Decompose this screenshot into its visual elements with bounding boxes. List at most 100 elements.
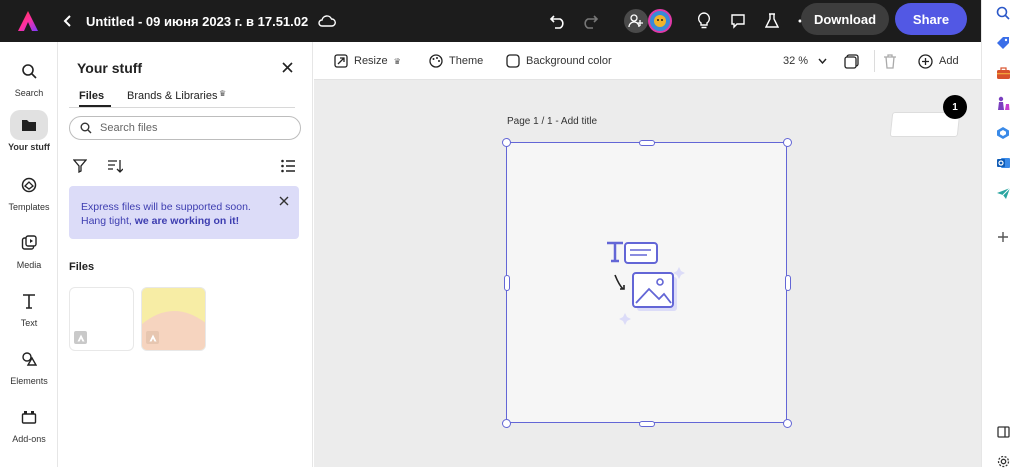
file-thumbnail[interactable] <box>141 287 206 351</box>
addons-icon <box>10 402 48 432</box>
express-files-notice: Express files will be supported soon. Ha… <box>69 186 299 239</box>
rail-item-text[interactable]: Text <box>0 286 58 328</box>
redo-icon[interactable] <box>578 9 602 33</box>
templates-icon <box>10 170 48 200</box>
tab-files[interactable]: Files <box>79 90 104 102</box>
delete-icon[interactable] <box>883 42 897 80</box>
back-icon[interactable] <box>58 11 78 31</box>
top-bar: Untitled - 09 июня 2023 г. в 17.51.02 Do… <box>0 0 981 42</box>
search-icon <box>80 122 92 134</box>
empty-page-illustration-icon <box>607 241 685 325</box>
resize-handle-top-right[interactable] <box>783 138 792 147</box>
left-rail: Search Your stuff Templates Media Text E… <box>0 42 58 467</box>
elements-icon <box>10 344 48 374</box>
adobe-express-logo-icon[interactable] <box>0 0 56 42</box>
files-heading: Files <box>69 261 95 273</box>
tools-briefcase-icon[interactable] <box>994 64 1012 82</box>
close-icon[interactable] <box>279 59 295 75</box>
tab-brands-libraries[interactable]: Brands & Libraries <box>127 90 218 102</box>
folder-icon <box>10 110 48 140</box>
rail-item-label: Your stuff <box>8 142 50 152</box>
lightbulb-icon[interactable] <box>692 9 716 33</box>
resize-label: Resize <box>354 55 388 67</box>
rail-item-label: Text <box>20 318 38 328</box>
rail-item-label: Media <box>16 260 42 270</box>
settings-gear-icon[interactable] <box>994 452 1012 470</box>
download-button[interactable]: Download <box>801 3 889 35</box>
rail-item-label: Elements <box>10 376 48 386</box>
rail-item-elements[interactable]: Elements <box>0 344 58 386</box>
panel-title: Your stuff <box>77 60 143 76</box>
page-count-badge: 1 <box>943 95 967 119</box>
resize-handle-bottom-right[interactable] <box>783 419 792 428</box>
background-color-label: Background color <box>526 55 612 67</box>
adobe-file-badge-icon <box>146 331 159 344</box>
rail-item-label: Templates <box>8 202 50 212</box>
resize-button[interactable]: Resize ♛ <box>334 42 401 80</box>
resize-handle-bottom[interactable] <box>639 421 655 427</box>
beaker-icon[interactable] <box>760 9 784 33</box>
your-stuff-panel: Your stuff Files Brands & Libraries ♛ Ex… <box>59 42 313 467</box>
resize-handle-bottom-left[interactable] <box>502 419 511 428</box>
document-title[interactable]: Untitled - 09 июня 2023 г. в 17.51.02 <box>86 14 308 29</box>
notice-bold-text: we are working on it! <box>134 215 240 227</box>
share-button[interactable]: Share <box>895 3 967 35</box>
undo-icon[interactable] <box>546 9 570 33</box>
search-files-input[interactable] <box>100 122 280 134</box>
theme-label: Theme <box>449 55 484 67</box>
palette-icon <box>429 54 443 68</box>
search-icon[interactable] <box>994 4 1012 22</box>
text-icon <box>10 286 48 316</box>
cloud-sync-icon[interactable] <box>318 15 337 27</box>
invite-user-icon[interactable] <box>624 9 648 33</box>
file-thumbnail[interactable] <box>69 287 134 351</box>
sort-icon[interactable] <box>107 159 124 178</box>
pages-icon[interactable] <box>844 42 859 80</box>
rail-item-search[interactable]: Search <box>0 56 58 98</box>
chevron-down-icon <box>818 55 827 67</box>
premium-crown-icon: ♛ <box>393 56 401 66</box>
resize-handle-top[interactable] <box>639 140 655 146</box>
background-color-button[interactable]: Background color <box>506 42 612 80</box>
toolbar-divider <box>874 50 875 72</box>
resize-icon <box>334 54 348 68</box>
artboard-page[interactable] <box>506 142 787 423</box>
chess-games-icon[interactable] <box>994 94 1012 112</box>
close-icon[interactable] <box>279 196 289 206</box>
send-to-devices-icon[interactable] <box>994 184 1012 202</box>
resize-handle-top-left[interactable] <box>502 138 511 147</box>
page-title-label[interactable]: Page 1 / 1 - Add title <box>507 116 597 127</box>
sidebar-toggle-icon[interactable] <box>994 423 1012 441</box>
resize-handle-right[interactable] <box>785 275 791 291</box>
theme-button[interactable]: Theme <box>429 42 483 80</box>
rail-item-media[interactable]: Media <box>0 228 58 270</box>
adobe-file-badge-icon <box>74 331 87 344</box>
rail-item-add-ons[interactable]: Add-ons <box>0 402 58 444</box>
canvas-work-area: Resize ♛ Theme Background color 32 % Add… <box>314 42 981 467</box>
zoom-dropdown[interactable]: 32 % <box>783 42 827 80</box>
browser-sidebar <box>981 0 1024 467</box>
search-files-field[interactable] <box>69 116 301 140</box>
add-label: Add <box>939 55 959 67</box>
resize-handle-left[interactable] <box>504 275 510 291</box>
comment-icon[interactable] <box>726 9 750 33</box>
search-icon <box>10 56 48 86</box>
avatar[interactable] <box>648 9 672 33</box>
media-icon <box>10 228 48 258</box>
add-icon[interactable] <box>994 228 1012 246</box>
shopping-tag-icon[interactable] <box>994 34 1012 52</box>
microsoft-365-icon[interactable] <box>994 124 1012 142</box>
canvas-toolbar: Resize ♛ Theme Background color 32 % Add <box>314 42 981 80</box>
panel-tabs: Files Brands & Libraries ♛ <box>69 88 295 108</box>
tab-underline <box>79 105 111 107</box>
rail-item-label: Add-ons <box>12 434 46 444</box>
rail-item-label: Search <box>14 88 44 98</box>
premium-crown-icon: ♛ <box>219 89 227 98</box>
add-page-button[interactable]: Add <box>918 42 959 80</box>
list-view-icon[interactable] <box>281 159 295 178</box>
filter-icon[interactable] <box>72 159 88 178</box>
outlook-icon[interactable] <box>994 154 1012 172</box>
rail-item-templates[interactable]: Templates <box>0 170 58 212</box>
rail-item-your-stuff[interactable]: Your stuff <box>0 110 58 152</box>
color-swatch-icon <box>506 54 520 68</box>
